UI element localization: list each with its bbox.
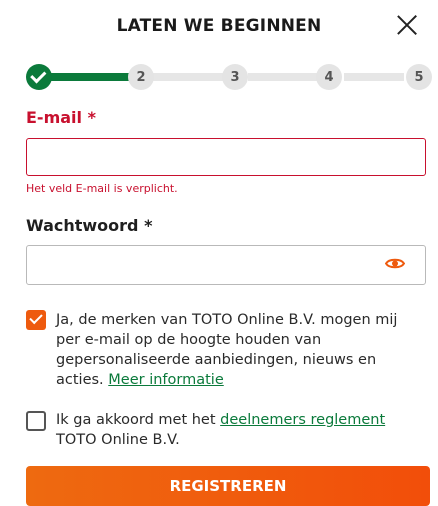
close-icon[interactable] (396, 14, 418, 36)
terms-label-after: TOTO Online B.V. (56, 432, 180, 448)
terms-label-before: Ik ga akkoord met het (56, 412, 216, 428)
password-label: Wachtwoord * (26, 216, 153, 235)
more-info-link[interactable]: Meer informatie (108, 372, 223, 388)
step-5: 5 (406, 64, 432, 90)
stepper-track-1 (48, 73, 130, 81)
register-button[interactable]: REGISTREREN (26, 466, 430, 506)
stepper-track-2 (152, 73, 228, 81)
rules-link[interactable]: deelnemers reglement (220, 412, 385, 428)
check-icon (30, 66, 47, 84)
step-2: 2 (128, 64, 154, 90)
marketing-consent-text: Ja, de merken van TOTO Online B.V. mogen… (56, 310, 426, 390)
stepper-track-4 (344, 73, 404, 81)
email-error-message: Het veld E-mail is verplicht. (26, 182, 178, 195)
step-3: 3 (222, 64, 248, 90)
terms-checkbox[interactable] (26, 411, 46, 431)
terms-text: Ik ga akkoord met het deelnemers regleme… (56, 410, 426, 450)
password-field[interactable] (26, 245, 426, 285)
marketing-consent-checkbox[interactable] (26, 310, 46, 330)
page-title: LATEN WE BEGINNEN (116, 16, 322, 36)
step-4: 4 (316, 64, 342, 90)
step-1 (26, 64, 52, 90)
stepper-track-3 (248, 73, 324, 81)
email-label: E-mail * (26, 108, 96, 127)
progress-stepper: 2 3 4 5 (26, 64, 432, 90)
eye-icon[interactable] (385, 257, 405, 270)
check-icon (29, 310, 43, 325)
email-field[interactable] (26, 138, 426, 176)
